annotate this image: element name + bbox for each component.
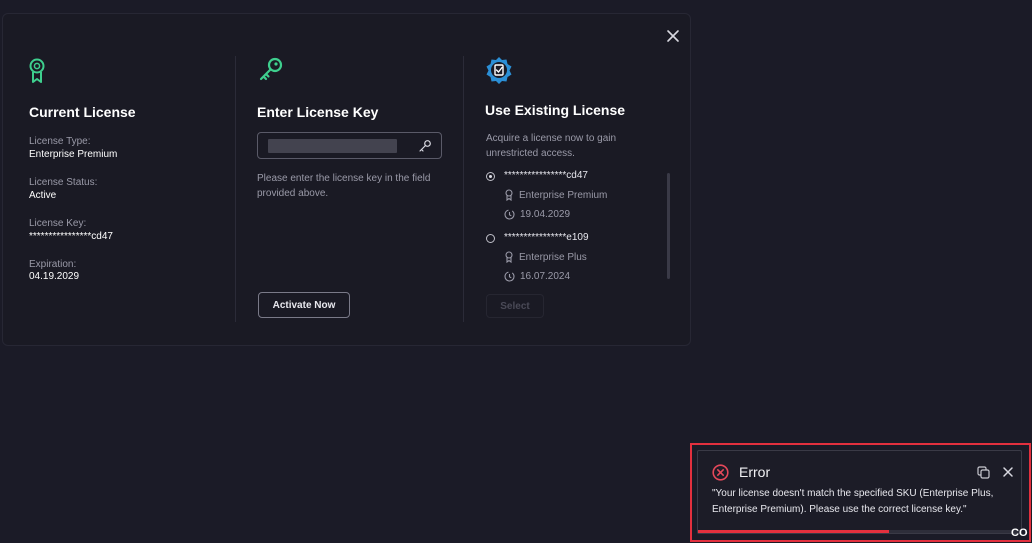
column-divider — [463, 56, 464, 322]
masked-key-value — [268, 139, 397, 153]
license-option-edition-row: Enterprise Plus — [504, 251, 587, 263]
license-status-value: Active — [29, 190, 57, 201]
license-radio-2[interactable] — [486, 234, 495, 243]
current-license-title: Current License — [29, 104, 136, 120]
license-dialog: Current License License Type: Enterprise… — [2, 13, 691, 346]
verified-license-icon — [486, 57, 512, 84]
error-circle-icon — [712, 464, 729, 481]
award-ribbon-icon — [505, 189, 513, 201]
copy-icon[interactable] — [977, 466, 990, 479]
select-button[interactable]: Select — [486, 294, 544, 318]
license-option-date: 16.07.2024 — [520, 271, 571, 282]
license-option-date-row: 16.07.2024 — [504, 271, 570, 282]
license-option-edition: Enterprise Plus — [519, 251, 587, 263]
toast-timer-progress — [698, 530, 889, 533]
license-option-key: ****************cd47 — [504, 170, 588, 181]
expiration-value: 04.19.2029 — [29, 271, 80, 282]
award-ribbon-icon — [29, 58, 45, 83]
error-toast: Error "Your license doesn't match the sp… — [697, 450, 1022, 534]
toast-title: Error — [739, 464, 771, 480]
toast-timer-track — [889, 530, 1021, 533]
key-icon — [259, 57, 283, 81]
license-key-value: ****************cd47 — [29, 231, 113, 242]
license-radio-1[interactable] — [486, 172, 495, 181]
clock-icon — [504, 271, 515, 282]
license-key-label: License Key: — [29, 218, 87, 229]
toast-message: "Your license doesn't match the specifie… — [712, 488, 994, 515]
license-option-edition-row: Enterprise Premium — [504, 189, 607, 201]
expiration-label: Expiration: — [29, 259, 77, 270]
license-key-hint: Please enter the license key in the fiel… — [257, 173, 431, 199]
existing-license-description: Acquire a license now to gain unrestrict… — [486, 133, 617, 159]
license-type-value: Enterprise Premium — [29, 149, 118, 160]
license-type-label: License Type: — [29, 136, 91, 147]
license-option-key: ****************e109 — [504, 232, 589, 243]
license-option-edition: Enterprise Premium — [519, 189, 608, 201]
clock-icon — [504, 209, 515, 220]
existing-license-title: Use Existing License — [485, 102, 626, 118]
close-toast-icon[interactable] — [1002, 466, 1014, 478]
license-key-input[interactable] — [257, 132, 442, 159]
close-icon — [667, 30, 679, 42]
column-divider — [235, 56, 236, 322]
award-ribbon-icon — [505, 251, 513, 263]
license-status-label: License Status: — [29, 177, 98, 188]
enter-license-key-title: Enter License Key — [257, 104, 379, 120]
corner-label: CO — [1011, 527, 1028, 539]
activate-now-button[interactable]: Activate Now — [258, 292, 350, 318]
key-small-icon[interactable] — [418, 139, 432, 153]
license-list-scrollbar[interactable] — [667, 173, 670, 279]
close-dialog-button[interactable] — [663, 26, 683, 46]
license-list: ****************cd47 Enterprise Premium … — [486, 170, 669, 282]
license-option-date: 19.04.2029 — [520, 209, 571, 220]
license-option-date-row: 19.04.2029 — [504, 209, 570, 220]
